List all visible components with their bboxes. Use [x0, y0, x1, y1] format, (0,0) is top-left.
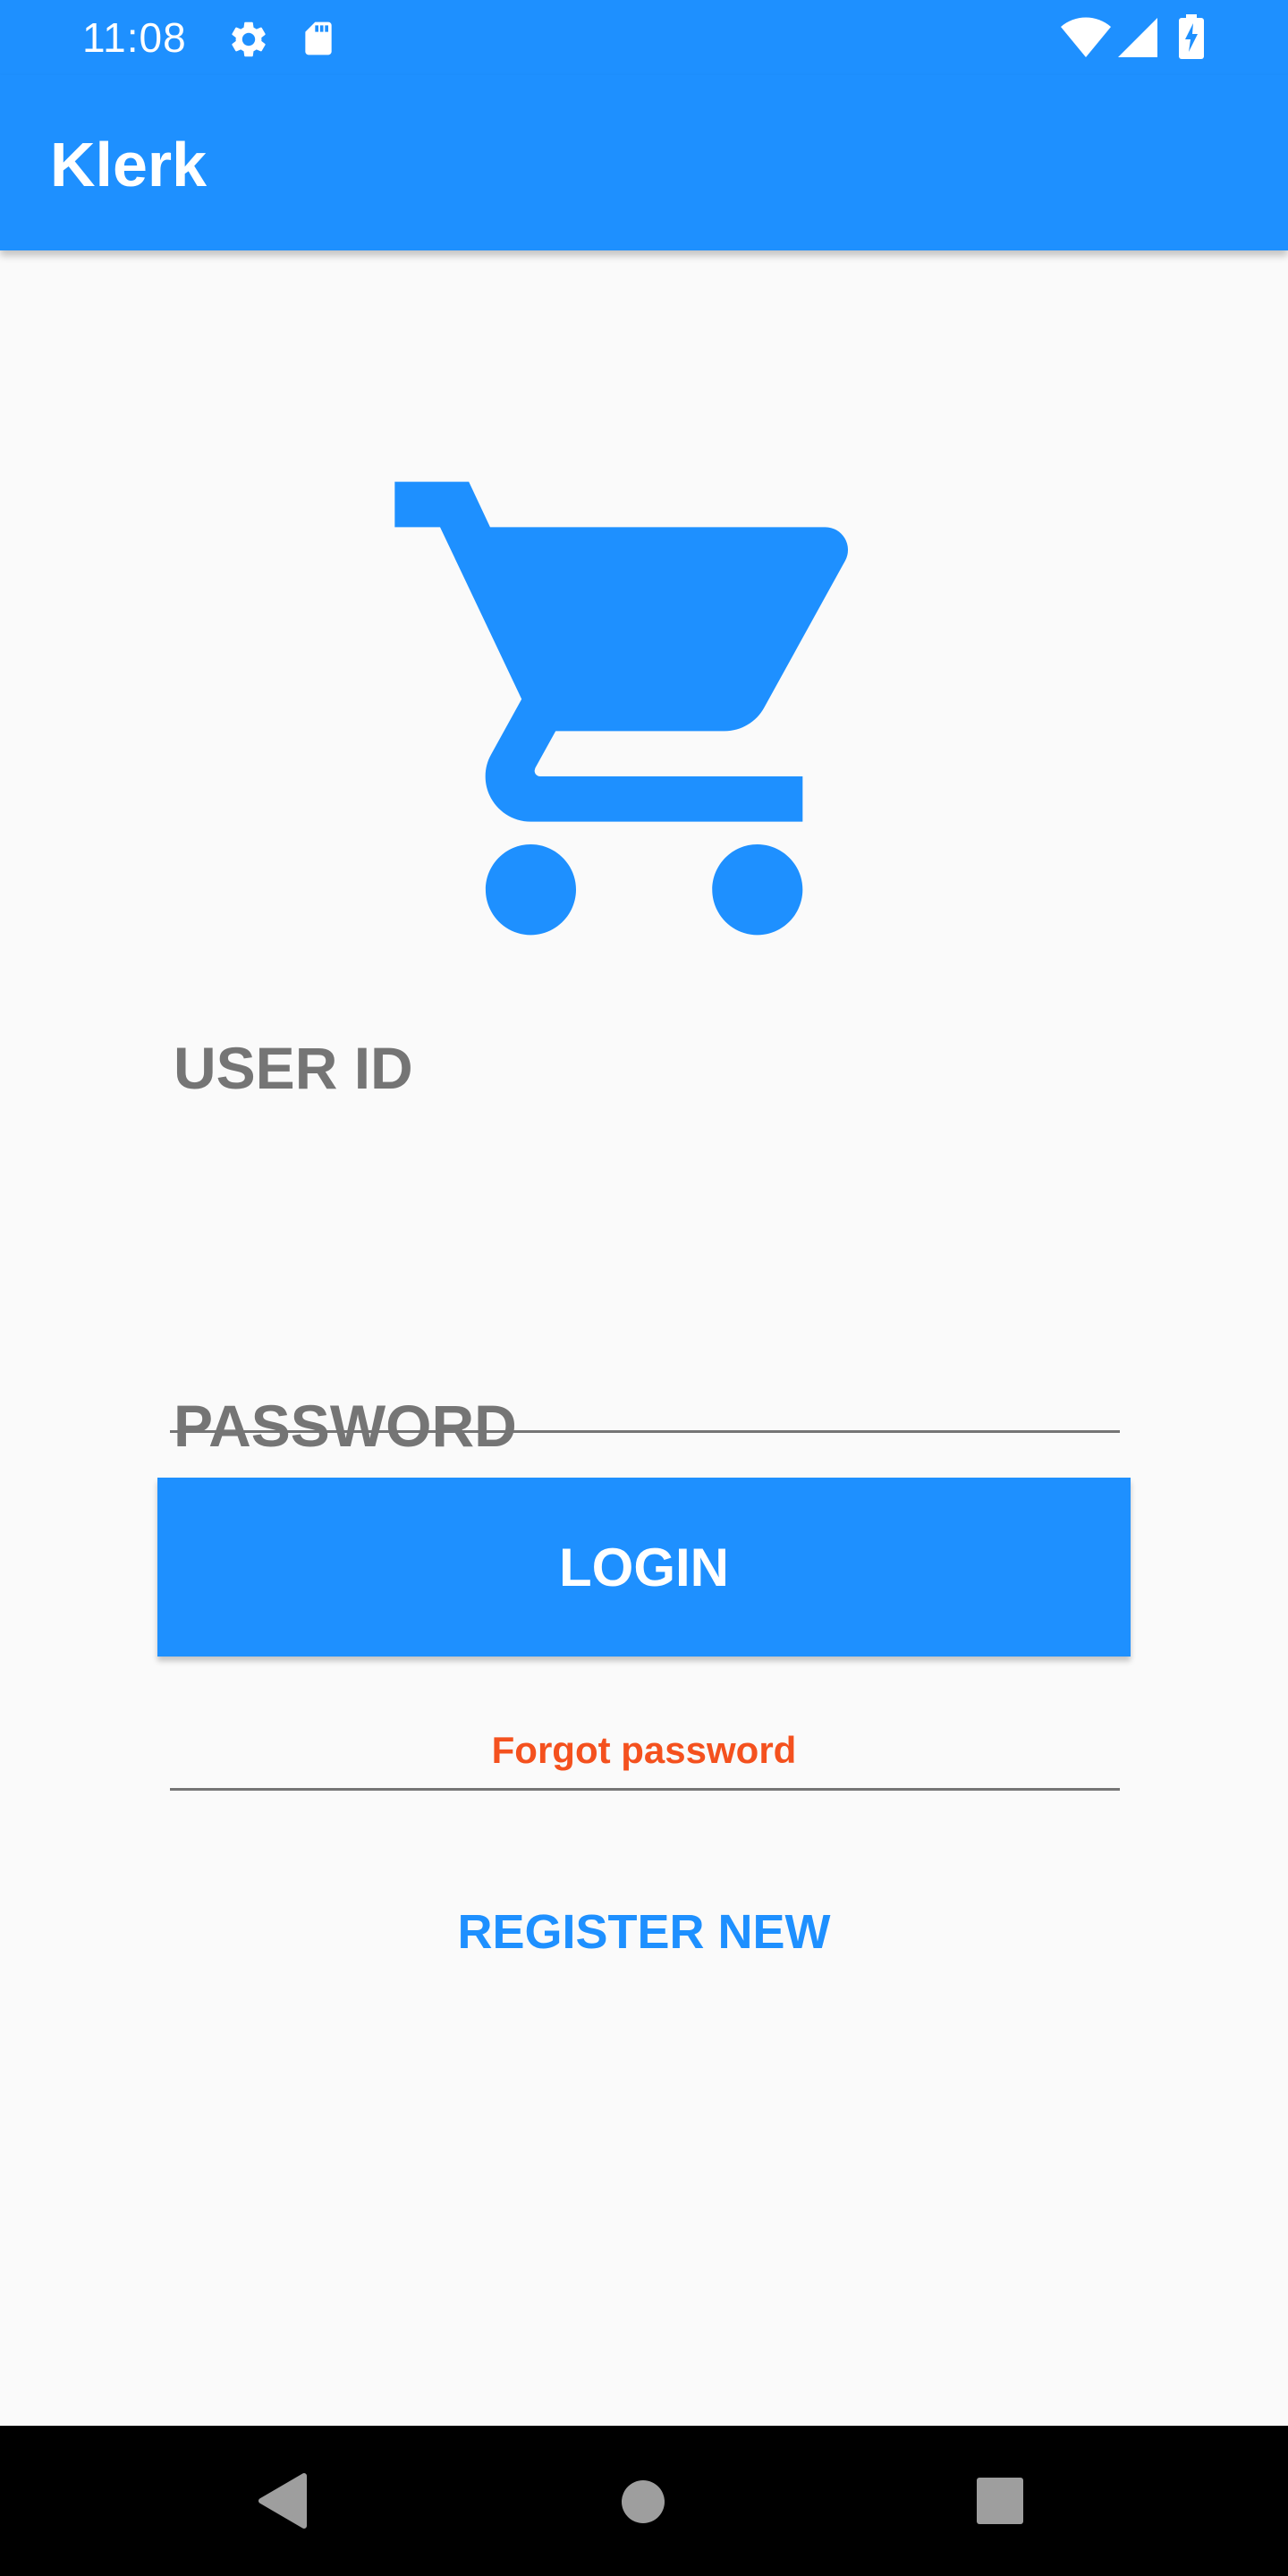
app-title: Klerk [50, 130, 208, 199]
register-new-link[interactable]: REGISTER NEW [0, 1903, 1288, 1961]
navigation-bar [0, 2426, 1288, 2576]
user-id-label: USER ID [174, 1035, 413, 1101]
login-screen: USER ID PASSWORD [0, 250, 1288, 2426]
wifi-icon [1061, 17, 1111, 57]
login-button[interactable]: LOGIN [157, 1478, 1131, 1657]
home-icon[interactable] [621, 2479, 665, 2524]
gear-icon [232, 21, 266, 57]
status-time: 11:08 [82, 14, 187, 61]
recents-icon[interactable] [977, 2478, 1023, 2524]
shopping-cart-icon [394, 481, 849, 936]
forgot-password-link[interactable]: Forgot password [0, 1728, 1288, 1773]
sd-card-icon [305, 21, 332, 55]
app-bar: Klerk [0, 75, 1288, 250]
back-icon[interactable] [258, 2472, 308, 2529]
cell-signal-icon [1118, 18, 1157, 57]
status-bar: 11:08 [0, 0, 1288, 75]
battery-charging-icon [1179, 14, 1204, 59]
password-label: PASSWORD [174, 1393, 517, 1459]
